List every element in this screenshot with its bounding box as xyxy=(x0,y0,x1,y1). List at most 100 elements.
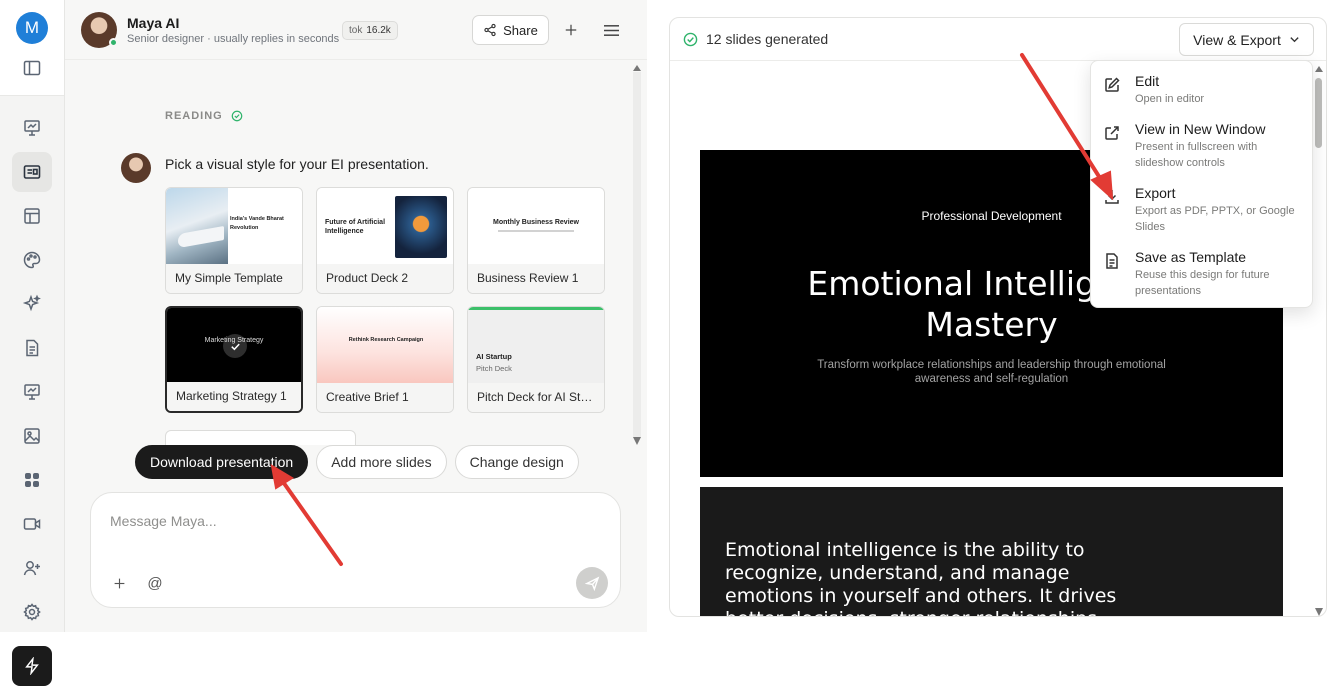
template-thumb-title: India's Vande Bharat Revolution xyxy=(230,216,284,231)
suggestion-chips: Download presentation Add more slides Ch… xyxy=(135,445,579,479)
robot-image xyxy=(395,196,447,258)
menu-item-export[interactable]: Export Export as PDF, PPTX, or Google Sl… xyxy=(1091,185,1312,241)
download-icon xyxy=(1105,190,1119,204)
menu-icon[interactable] xyxy=(600,19,622,41)
template-thumbnail: Future of Artificial Intelligence xyxy=(317,188,453,264)
template-thumbnail: Marketing Strategy xyxy=(167,308,301,384)
template-label: Pitch Deck for AI Sta... xyxy=(468,383,604,412)
document-icon[interactable] xyxy=(20,336,44,360)
reading-status: READING xyxy=(165,110,243,122)
reading-label: READING xyxy=(165,110,223,122)
change-design-chip[interactable]: Change design xyxy=(454,445,579,479)
chat-messages: READING Pick a visual style for your EI … xyxy=(65,60,630,445)
thumb-accent-bar xyxy=(468,307,604,310)
template-card-my-simple[interactable]: India's Vande Bharat Revolution My Simpl… xyxy=(165,187,303,294)
message-input[interactable]: Message Maya... xyxy=(110,513,217,529)
assistant-avatar-small xyxy=(121,153,151,183)
slide-subtitle: Transform workplace relationships and le… xyxy=(817,359,1166,385)
generation-status-text: 12 slides generated xyxy=(706,31,829,47)
view-export-button[interactable]: View & Export xyxy=(1179,23,1314,56)
menu-item-edit[interactable]: Edit Open in editor xyxy=(1091,73,1312,113)
add-user-icon[interactable] xyxy=(20,556,44,580)
template-card-pitch-deck[interactable]: AI Startup Pitch Deck Pitch Deck for AI … xyxy=(467,306,605,413)
send-button[interactable] xyxy=(576,567,608,599)
chevron-down-icon xyxy=(1290,37,1299,43)
menu-item-title: Export xyxy=(1135,185,1176,201)
template-thumbnail: India's Vande Bharat Revolution xyxy=(166,188,302,264)
plus-icon[interactable] xyxy=(560,19,582,41)
menu-item-view-new-window[interactable]: View in New Window Present in fullscreen… xyxy=(1091,121,1312,177)
thumb-line xyxy=(498,230,574,232)
menu-item-title: View in New Window xyxy=(1135,121,1266,137)
slide-2[interactable]: Emotional intelligence is the ability to… xyxy=(700,487,1283,616)
menu-item-desc: Export as PDF, PPTX, or Google Slides xyxy=(1135,205,1295,233)
attach-plus-icon[interactable] xyxy=(109,573,129,593)
template-label: Creative Brief 1 xyxy=(317,383,453,412)
video-icon[interactable] xyxy=(20,512,44,536)
user-avatar[interactable]: M xyxy=(16,12,48,44)
template-label: Business Review 1 xyxy=(468,264,604,293)
message-composer[interactable]: Message Maya... @ xyxy=(90,492,621,608)
scroll-up-arrow[interactable] xyxy=(1315,66,1323,72)
scroll-down-arrow[interactable] xyxy=(633,437,641,445)
slides-icon[interactable] xyxy=(12,152,52,192)
mention-at-icon[interactable]: @ xyxy=(145,573,165,593)
template-card-product-deck[interactable]: Future of Artificial Intelligence Produc… xyxy=(316,187,454,294)
template-card-business-review[interactable]: Monthly Business Review Business Review … xyxy=(467,187,605,294)
token-value: 16.2k xyxy=(366,25,391,36)
sparkles-icon[interactable] xyxy=(20,292,44,316)
template-thumb-title: Monthly Business Review xyxy=(493,219,579,226)
panel-scrollbar[interactable] xyxy=(1313,63,1325,616)
download-presentation-chip[interactable]: Download presentation xyxy=(135,445,309,479)
check-circle-icon xyxy=(683,32,698,46)
menu-item-desc: Present in fullscreen with slideshow con… xyxy=(1135,141,1258,169)
online-status-dot xyxy=(109,38,118,47)
template-thumbnail: Rethink Research Campaign xyxy=(317,307,453,383)
template-thumbnail: Monthly Business Review xyxy=(468,188,604,264)
token-label: tok xyxy=(349,25,363,36)
external-link-icon xyxy=(1105,126,1119,140)
template-thumb-title: Rethink Research Campaign xyxy=(348,337,424,343)
template-thumb-title: Future of Artificial Intelligence xyxy=(325,219,386,235)
menu-item-title: Edit xyxy=(1135,73,1160,89)
template-label: My Simple Template xyxy=(166,264,302,293)
template-thumb-subtitle: Pitch Deck xyxy=(476,364,512,373)
menu-item-save-template[interactable]: Save as Template Reuse this design for f… xyxy=(1091,249,1312,305)
scrollbar-thumb[interactable] xyxy=(1315,78,1322,148)
template-thumbnail: AI Startup Pitch Deck xyxy=(468,307,604,383)
slide-body-text: Emotional intelligence is the ability to… xyxy=(725,539,1117,616)
token-badge: tok 16.2k xyxy=(342,21,398,40)
presentation-chart-icon[interactable] xyxy=(20,116,44,140)
template-card-creative-brief[interactable]: Rethink Research Campaign Creative Brief… xyxy=(316,306,454,413)
share-button[interactable]: Share xyxy=(472,15,549,45)
chat-header: Maya AI Senior designer · usually replie… xyxy=(65,0,647,60)
template-label: Product Deck 2 xyxy=(317,264,453,293)
layout-icon[interactable] xyxy=(20,204,44,228)
panel-header: 12 slides generated View & Export xyxy=(670,18,1326,61)
assistant-name: Maya AI xyxy=(127,15,180,31)
image-icon[interactable] xyxy=(20,424,44,448)
template-card-marketing-strategy[interactable]: Marketing Strategy Marketing Strategy 1 xyxy=(165,306,303,413)
palette-icon[interactable] xyxy=(20,248,44,272)
partial-message-card xyxy=(165,430,356,445)
edit-icon xyxy=(1105,77,1120,92)
settings-gear-icon[interactable] xyxy=(20,600,44,624)
share-icon xyxy=(484,23,496,37)
add-more-slides-chip[interactable]: Add more slides xyxy=(316,445,447,479)
check-circle-icon xyxy=(231,110,243,122)
menu-item-desc: Open in editor xyxy=(1135,93,1205,105)
sidebar-toggle-icon[interactable] xyxy=(20,56,44,80)
chat-scrollbar[interactable] xyxy=(632,62,642,445)
selected-check-icon xyxy=(223,334,247,358)
view-export-menu: Edit Open in editor View in New Window P… xyxy=(1090,60,1313,308)
left-rail: M xyxy=(0,0,65,632)
apps-grid-icon[interactable] xyxy=(20,468,44,492)
bolt-icon[interactable] xyxy=(12,646,52,686)
presentation-icon[interactable] xyxy=(20,380,44,404)
document-icon xyxy=(1106,253,1118,269)
template-thumb-title: AI Startup xyxy=(476,352,512,361)
scrollbar-thumb[interactable] xyxy=(633,72,641,437)
template-label: Marketing Strategy 1 xyxy=(167,382,301,411)
scroll-down-arrow[interactable] xyxy=(1315,608,1323,616)
scroll-up-arrow[interactable] xyxy=(633,65,641,71)
